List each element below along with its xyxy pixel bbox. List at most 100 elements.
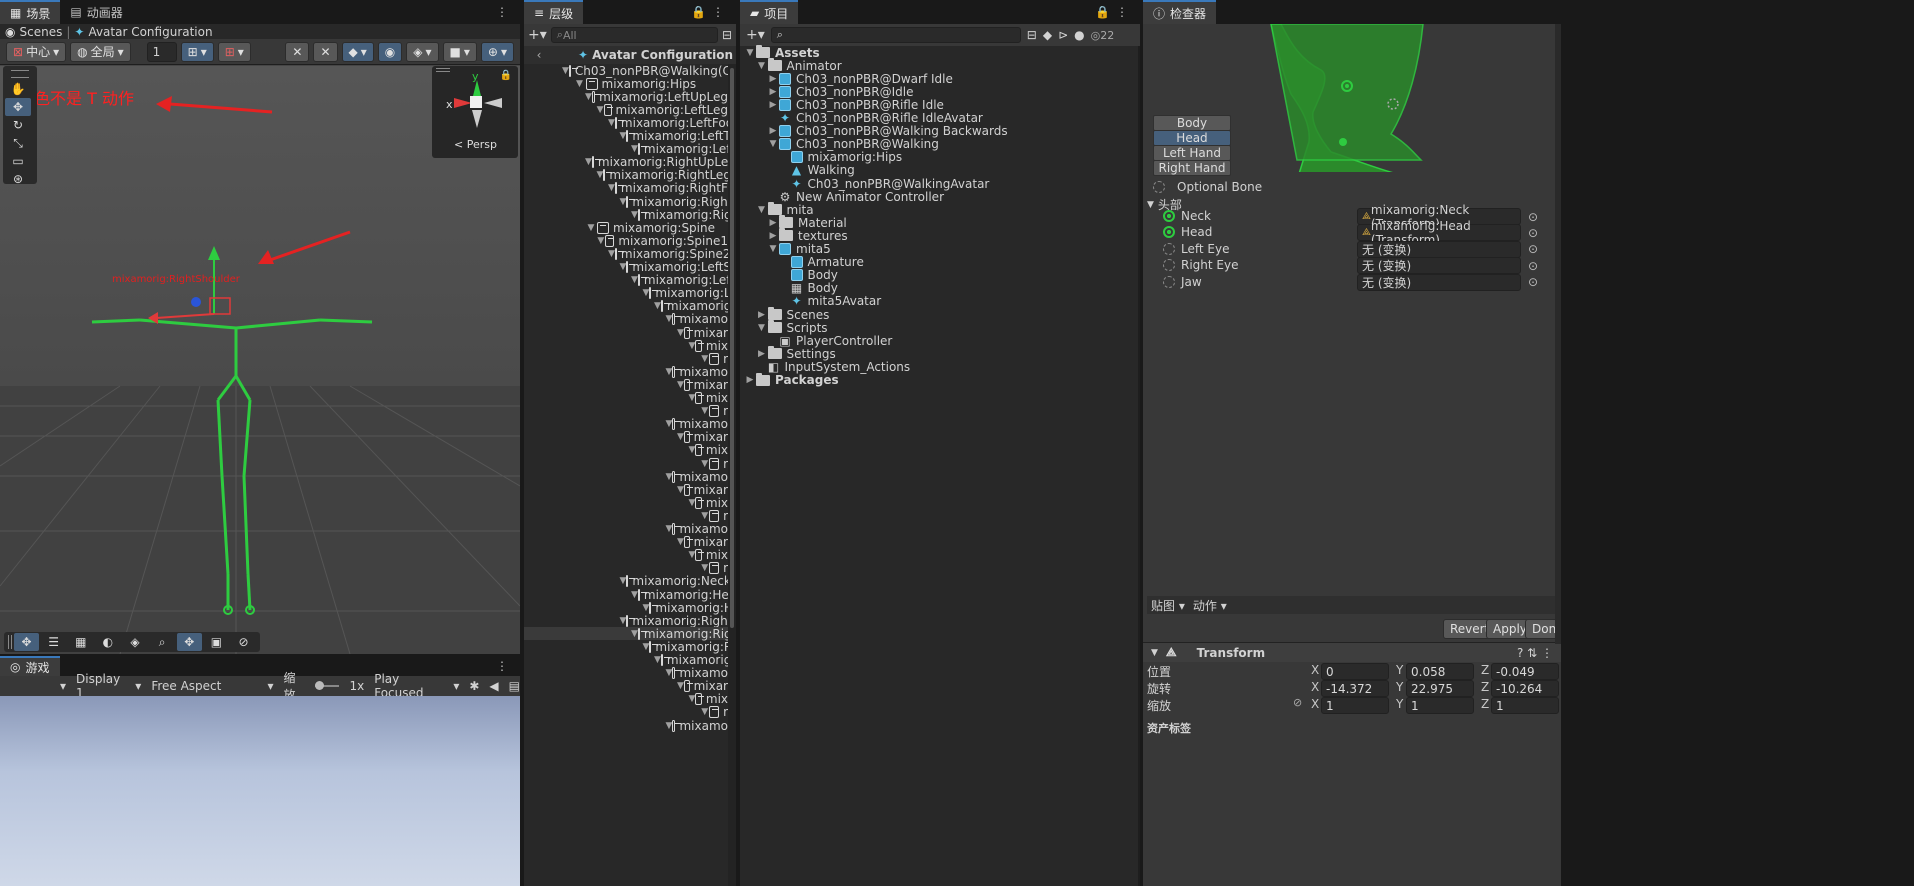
foldout-icon[interactable]: ▼ xyxy=(700,707,709,717)
object-picker-icon[interactable]: ⊙ xyxy=(1528,226,1538,240)
hierarchy-row[interactable]: ▼ r xyxy=(524,509,728,523)
hierarchy-row[interactable]: ▼ mix xyxy=(524,548,729,562)
foldout-icon[interactable]: ▼ xyxy=(631,210,638,220)
rig-overlay-icon[interactable]: ☰ xyxy=(41,633,66,651)
foldout-icon[interactable]: ▼ xyxy=(562,66,569,76)
project-item[interactable]: ▲ Walking xyxy=(740,163,1132,177)
object-picker-icon[interactable]: ⊙ xyxy=(1528,275,1538,289)
head-dot[interactable] xyxy=(1339,138,1347,146)
camera-overlay-icon[interactable]: ▣ xyxy=(204,633,229,651)
foldout-icon[interactable]: ▼ xyxy=(631,629,638,639)
drag-handle[interactable] xyxy=(436,68,450,72)
foldout-icon[interactable]: ▼ xyxy=(620,262,627,272)
camera-dropdown[interactable]: ■ ▾ xyxy=(442,41,477,62)
hierarchy-row[interactable]: ▼ mixamo xyxy=(524,522,729,536)
foldout-icon[interactable]: ▼ xyxy=(677,681,684,691)
hierarchy-row[interactable]: ▼ mixamorig:RightTo xyxy=(524,195,729,209)
hierarchy-row[interactable]: ▼ Ch03_nonPBR@Walking(Clone xyxy=(524,64,728,78)
breadcrumb-scenes[interactable]: Scenes xyxy=(19,25,62,39)
move-overlay-icon[interactable]: ✥ xyxy=(13,633,40,651)
hierarchy-scrollbar[interactable] xyxy=(728,64,736,886)
position-y-field[interactable]: 0.058 xyxy=(1406,663,1474,680)
lighting-toggle[interactable]: ✕ xyxy=(285,41,310,62)
hierarchy-row[interactable]: ▼ mixamorig:Spine xyxy=(524,221,728,235)
space-dropdown[interactable]: ◍ 全局 ▾ xyxy=(70,41,131,62)
foldout-icon[interactable]: ▶ xyxy=(767,100,779,110)
project-item[interactable]: ▼ Assets xyxy=(740,45,1132,60)
foldout-icon[interactable]: ▼ xyxy=(654,655,661,665)
scale-z-field[interactable]: 1 xyxy=(1491,697,1559,714)
panel-menu-icon[interactable]: ⋮ xyxy=(496,659,514,673)
hierarchy-row[interactable]: ▼ mixamorig:Righ xyxy=(524,208,728,222)
rect-tool-icon[interactable]: ▭ xyxy=(5,152,31,170)
foldout-icon[interactable]: ▼ xyxy=(700,563,709,573)
hierarchy-row[interactable]: ▼ mixamorig:RightS xyxy=(524,614,729,628)
project-item[interactable]: Armature xyxy=(740,255,1132,269)
breadcrumb-current[interactable]: Avatar Configuration xyxy=(88,25,212,39)
hierarchy-row[interactable]: ▼ mixamorig:LeftUpLeg xyxy=(524,90,728,104)
foldout-icon[interactable]: ▼ xyxy=(643,603,650,613)
head-button[interactable]: Head xyxy=(1153,130,1231,146)
foldout-icon[interactable]: ▼ xyxy=(608,183,615,193)
hierarchy-row[interactable]: ▼ mixamorig:Righ xyxy=(524,627,728,641)
gizmos-dropdown[interactable]: ⊕ ▾ xyxy=(480,41,514,62)
foldout-icon[interactable]: ▼ xyxy=(608,118,615,128)
project-item[interactable]: ◧ InputSystem_Actions xyxy=(740,360,1132,374)
grid-overlay-icon[interactable]: ▦ xyxy=(68,633,93,651)
bone-status-icon[interactable] xyxy=(1163,259,1175,272)
project-item[interactable]: ▼ Animator xyxy=(740,58,1132,73)
bone-object-field[interactable]: ⟁ mixamorig:Head (Transform) ⊙ xyxy=(1357,219,1538,247)
hierarchy-row[interactable]: ▼ r xyxy=(524,561,728,575)
project-item[interactable]: ✦ Ch03_nonPBR@Rifle IdleAvatar xyxy=(740,111,1132,125)
foldout-icon[interactable]: ▼ xyxy=(666,524,673,534)
component-menu-icon[interactable]: ? ⇅ ⋮ xyxy=(1517,646,1553,660)
aspect-dropdown[interactable]: Free Aspect xyxy=(151,679,257,693)
foldout-icon[interactable]: ▼ xyxy=(677,485,684,495)
foldout-icon[interactable]: ▼ xyxy=(620,616,627,626)
mapping-menu[interactable]: 贴图 ▾ xyxy=(1151,597,1185,614)
hierarchy-row[interactable]: ▼ mixamorig:LeftToe xyxy=(524,129,729,143)
foldout-icon[interactable]: ▼ xyxy=(620,576,627,586)
center-cube[interactable] xyxy=(470,96,482,108)
hierarchy-row[interactable]: ▼ mixamo xyxy=(524,365,729,379)
add-icon[interactable]: +▾ xyxy=(528,27,547,43)
foldout-icon[interactable]: ▼ xyxy=(756,205,768,215)
pivot-overlay-icon[interactable]: ✥ xyxy=(176,633,202,651)
scroll-thumb[interactable] xyxy=(730,68,734,628)
foldout-icon[interactable]: ▼ xyxy=(689,550,696,560)
hierarchy-row[interactable]: ▼ mixamorig:Hips xyxy=(524,77,728,91)
foldout-icon[interactable]: ▼ xyxy=(744,48,756,58)
foldout-icon[interactable]: ▶ xyxy=(767,231,779,241)
rotate-tool-icon[interactable]: ↻ xyxy=(5,116,31,134)
body-button[interactable]: Body xyxy=(1153,115,1231,131)
hierarchy-row[interactable]: ▼ mixamorig:LeftSh xyxy=(524,260,729,274)
lock-icon[interactable]: 🔒 xyxy=(500,70,512,81)
project-item[interactable]: ▶ Packages xyxy=(740,372,1132,387)
shading-overlay-icon[interactable]: ◐ xyxy=(95,633,120,651)
foldout-icon[interactable]: ▼ xyxy=(666,367,673,377)
project-item[interactable]: ▦ Body xyxy=(740,281,1132,295)
project-item[interactable]: ▶ Ch03_nonPBR@Dwarf Idle xyxy=(740,72,1132,86)
foldout-icon[interactable]: ▼ xyxy=(631,144,638,154)
foldout-icon[interactable]: ▼ xyxy=(597,170,604,180)
scale-x-field[interactable]: 1 xyxy=(1321,697,1389,714)
tab-animator[interactable]: ▤ 动画器 xyxy=(60,0,132,24)
effects-dropdown[interactable]: ◆ ▾ xyxy=(341,41,374,62)
foldout-icon[interactable]: ▼ xyxy=(654,301,661,311)
foldout-icon[interactable]: ▼ xyxy=(585,223,597,233)
project-item[interactable]: ▶ Scenes xyxy=(740,307,1132,322)
project-item[interactable]: ▶ textures xyxy=(740,228,1132,243)
hierarchy-row[interactable]: ▼ mixamorig xyxy=(524,653,728,667)
foldout-icon[interactable]: ▼ xyxy=(666,721,673,731)
foldout-icon[interactable]: ▼ xyxy=(666,419,673,429)
chevron-down-icon[interactable]: ▾ xyxy=(60,679,66,693)
splitter[interactable] xyxy=(1138,46,1140,886)
project-item[interactable]: ▶ Material xyxy=(740,215,1132,230)
foldout-icon[interactable]: ▼ xyxy=(631,590,638,600)
hierarchy-row[interactable]: ▼ mixamo xyxy=(524,719,729,733)
foldout-icon[interactable]: ▼ xyxy=(677,328,684,338)
hierarchy-row[interactable]: ▼ mix xyxy=(524,339,729,353)
foldout-icon[interactable]: ▼ xyxy=(643,642,650,652)
hierarchy-row[interactable]: ▼ mixamorig xyxy=(524,299,728,313)
hierarchy-row[interactable]: ▼ mix xyxy=(524,496,729,510)
